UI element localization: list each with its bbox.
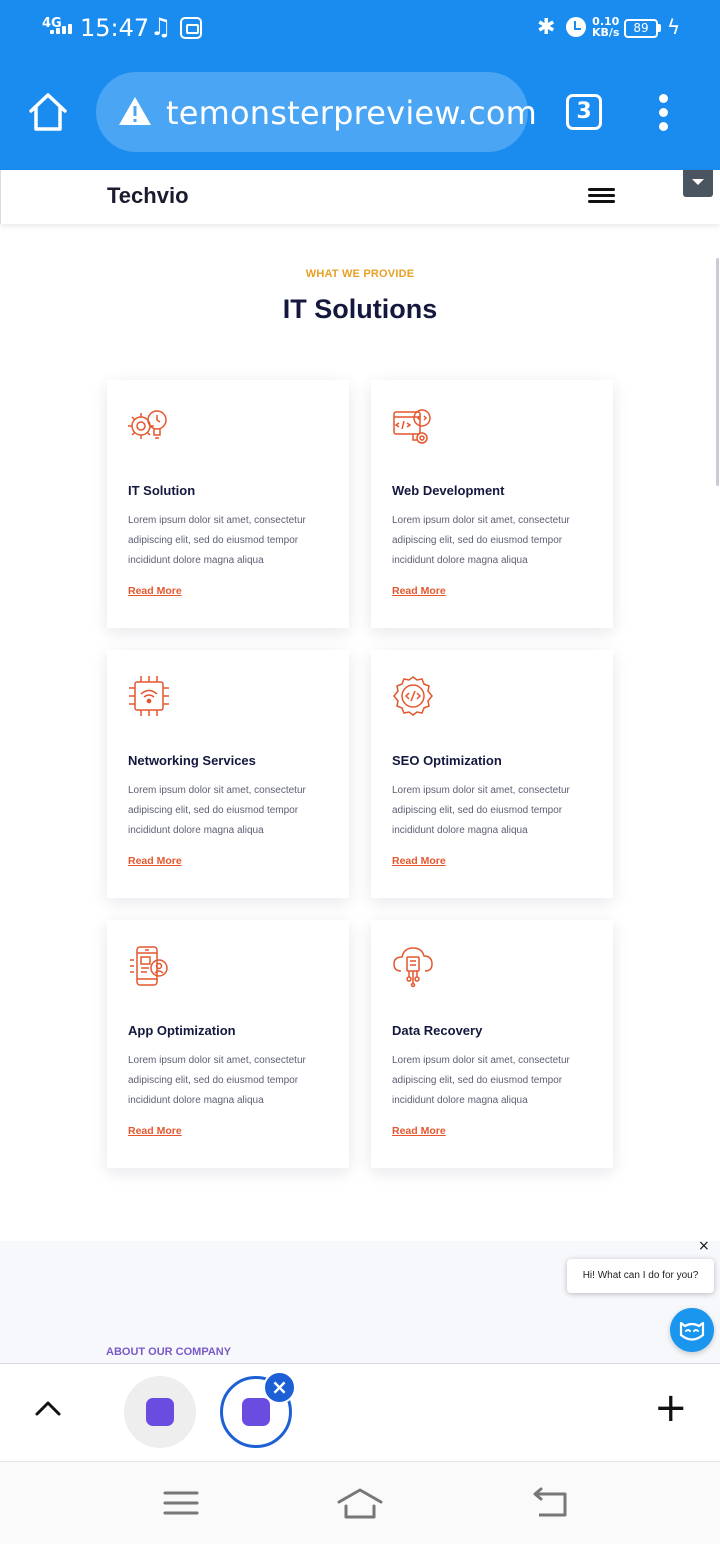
card-title: App Optimization [128,1023,236,1038]
home-nav-icon[interactable] [336,1486,384,1520]
code-cog-icon [393,676,433,716]
section-title: IT Solutions [282,294,438,324]
card-title: Networking Services [128,753,256,768]
tabs-icon[interactable]: 3 [566,94,602,130]
wifi-chip-icon [129,676,169,716]
read-more-link[interactable]: Read More [128,1125,182,1137]
battery-level: 89 [624,19,658,38]
url-text[interactable]: temonsterpreview.com [166,94,537,132]
card-description: Lorem ipsum dolor sit amet, consectetur … [392,785,570,836]
tab-thumbnail[interactable] [124,1376,196,1448]
cloud-circuit-icon [393,947,433,988]
back-icon[interactable] [528,1486,570,1518]
hamburger-icon[interactable] [588,188,616,206]
service-card-app-optimization: App Optimization Lorem ipsum dolor sit a… [107,920,349,1168]
system-nav-bar [0,1461,720,1544]
new-tab-icon[interactable]: + [654,1388,688,1428]
bluetooth-icon: ✱ [537,15,556,40]
card-title: Web Development [392,483,505,498]
tab-strip: + [0,1363,720,1461]
network-speed: 0.10 KB/s [592,15,620,39]
chat-bot-icon[interactable] [670,1308,714,1352]
recent-apps-icon[interactable] [162,1488,200,1518]
service-card-networking-services: Networking Services Lorem ipsum dolor si… [107,650,349,898]
read-more-link[interactable]: Read More [392,1125,446,1137]
site-header: Techvio [0,170,720,224]
card-description: Lorem ipsum dolor sit amet, consectetur … [392,1055,570,1106]
code-gear-icon [393,409,431,444]
service-card-it-solution: IT Solution Lorem ipsum dolor sit amet, … [107,380,349,628]
card-title: Data Recovery [392,1023,483,1038]
charging-icon: ϟ [667,15,681,39]
address-bar[interactable]: temonsterpreview.com [96,72,537,152]
mobile-user-icon [130,946,168,986]
dropdown-toggle-icon[interactable] [683,170,713,197]
read-more-link[interactable]: Read More [128,855,182,867]
clock: 15:47 [80,14,150,42]
tab-favicon-icon [242,1398,270,1426]
site-logo[interactable]: Techvio [107,183,189,209]
status-bar: 4G 15:47 ♫ ✱ 0.10 KB/s 89 ϟ [0,0,720,58]
service-card-seo-optimization: SEO Optimization Lorem ipsum dolor sit a… [371,650,613,898]
card-description: Lorem ipsum dolor sit amet, consectetur … [128,785,306,836]
scrollbar[interactable] [716,258,719,486]
chevron-up-icon[interactable] [34,1398,62,1418]
read-more-link[interactable]: Read More [392,585,446,597]
service-card-web-development: Web Development Lorem ipsum dolor sit am… [371,380,613,628]
read-more-link[interactable]: Read More [128,585,182,597]
service-card-data-recovery: Data Recovery Lorem ipsum dolor sit amet… [371,920,613,1168]
about-eyebrow: ABOUT OUR COMPANY [106,1346,232,1358]
signal-icon [50,24,72,34]
chat-greeting[interactable]: Hi! What can I do for you? [567,1259,714,1293]
home-icon[interactable] [26,90,70,134]
music-note-icon: ♫ [150,13,172,41]
warning-icon[interactable] [118,96,152,126]
battery-tip [658,24,661,32]
card-description: Lorem ipsum dolor sit amet, consectetur … [392,515,570,566]
tab-favicon-icon [146,1398,174,1426]
browser-chrome: 4G 15:47 ♫ ✱ 0.10 KB/s 89 ϟ temonsterpre… [0,0,720,170]
read-more-link[interactable]: Read More [392,855,446,867]
section-eyebrow: WHAT WE PROVIDE [305,268,415,280]
gear-bulb-icon [128,410,167,439]
card-description: Lorem ipsum dolor sit amet, consectetur … [128,515,306,566]
notification-app-icon [180,17,202,39]
more-vertical-icon[interactable] [654,94,674,134]
card-title: SEO Optimization [392,753,502,768]
close-tab-icon[interactable]: × [263,1371,296,1404]
card-description: Lorem ipsum dolor sit amet, consectetur … [128,1055,306,1106]
card-title: IT Solution [128,483,196,498]
chat-close-icon[interactable]: × [698,1238,710,1254]
alarm-icon [566,17,586,37]
